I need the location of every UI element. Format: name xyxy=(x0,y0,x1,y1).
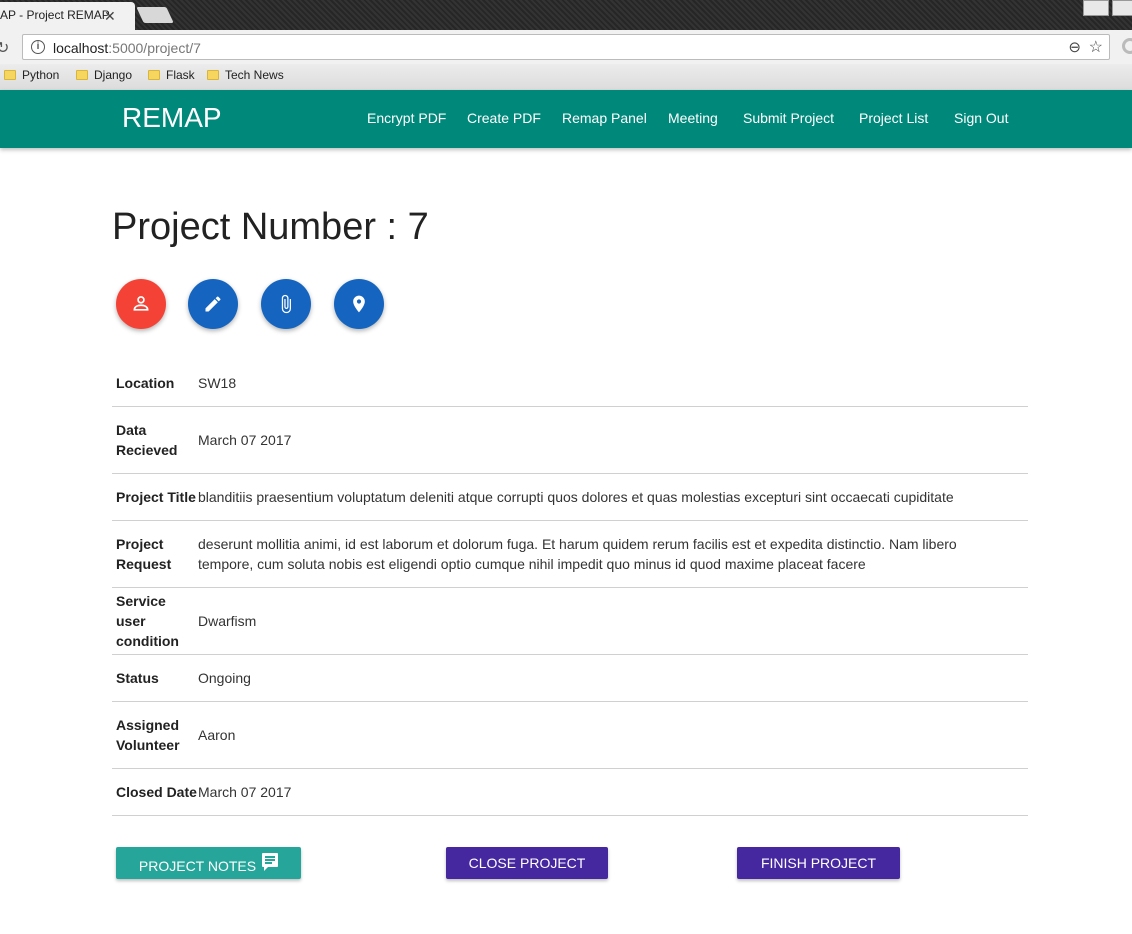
detail-row-data-received: Data Recieved March 07 2017 xyxy=(112,407,1028,474)
bookmark-flask[interactable]: Flask xyxy=(148,68,195,82)
folder-icon xyxy=(148,70,160,80)
nav-encrypt-pdf[interactable]: Encrypt PDF xyxy=(367,110,446,126)
detail-row-service-user-condition: Service user condition Dwarfism xyxy=(112,588,1028,655)
person-button[interactable] xyxy=(116,279,166,329)
folder-icon xyxy=(207,70,219,80)
profile-button[interactable] xyxy=(1083,0,1109,16)
browser-tab[interactable]: AP - Project REMAP ✕ xyxy=(0,2,135,30)
location-button[interactable] xyxy=(334,279,384,329)
minimize-button[interactable] xyxy=(1112,0,1132,16)
detail-value: SW18 xyxy=(198,375,237,391)
bookmark-django[interactable]: Django xyxy=(76,68,132,82)
detail-row-closed-date: Closed Date March 07 2017 xyxy=(112,769,1028,816)
tab-title: AP - Project REMAP xyxy=(0,8,110,22)
app-navbar: REMAP Encrypt PDF Create PDF Remap Panel… xyxy=(0,90,1132,148)
project-details-table: Location SW18 Data Recieved March 07 201… xyxy=(112,360,1028,816)
zoom-icon[interactable]: ⊖ xyxy=(1068,38,1081,56)
detail-value: March 07 2017 xyxy=(198,784,292,800)
nav-meeting[interactable]: Meeting xyxy=(668,110,718,126)
folder-icon xyxy=(76,70,88,80)
finish-project-button[interactable]: FINISH PROJECT xyxy=(737,847,900,879)
detail-label: Closed Date xyxy=(116,784,197,800)
project-notes-label: PROJECT NOTES xyxy=(138,858,257,874)
bookmark-label: Python xyxy=(22,68,60,82)
detail-value: Ongoing xyxy=(198,670,251,686)
page-title: Project Number : 7 xyxy=(112,206,429,248)
detail-label: Location xyxy=(116,375,175,391)
bookmarks-bar: Python Django Flask Tech News xyxy=(0,64,1132,90)
url-host: localhost xyxy=(53,40,109,56)
folder-icon xyxy=(4,70,16,80)
bookmark-label: Django xyxy=(94,68,133,82)
detail-row-status: Status Ongoing xyxy=(112,655,1028,702)
tab-close-icon[interactable]: ✕ xyxy=(104,8,116,25)
reload-icon[interactable]: ↻ xyxy=(0,38,9,58)
detail-row-assigned-volunteer: Assigned Volunteer Aaron xyxy=(112,702,1028,769)
detail-label: Project Request xyxy=(116,536,172,572)
bookmark-python[interactable]: Python xyxy=(4,68,59,82)
detail-value: Dwarfism xyxy=(198,613,257,629)
comment-icon xyxy=(262,853,279,871)
nav-create-pdf[interactable]: Create PDF xyxy=(467,110,541,126)
detail-label: Data Recieved xyxy=(116,422,178,458)
browser-toolbar: ↻ i localhost:5000/project/7 ⊖ ☆ xyxy=(0,30,1132,64)
detail-row-location: Location SW18 xyxy=(112,360,1028,407)
detail-value: blanditiis praesentium voluptatum deleni… xyxy=(198,489,954,505)
edit-button[interactable] xyxy=(188,279,238,329)
detail-row-project-request: Project Request deserunt mollitia animi,… xyxy=(112,521,1028,588)
nav-project-list[interactable]: Project List xyxy=(859,110,928,126)
project-notes-button[interactable]: PROJECT NOTES xyxy=(116,847,301,879)
detail-value: Aaron xyxy=(198,727,236,743)
nav-remap-panel[interactable]: Remap Panel xyxy=(562,110,647,126)
new-tab-button[interactable] xyxy=(136,7,174,23)
attachment-button[interactable] xyxy=(261,279,311,329)
pencil-icon xyxy=(205,296,221,312)
nav-sign-out[interactable]: Sign Out xyxy=(954,110,1008,126)
bookmark-star-icon[interactable]: ☆ xyxy=(1089,37,1103,57)
url-text[interactable]: localhost:5000/project/7 xyxy=(53,40,201,56)
browser-tabstrip: AP - Project REMAP ✕ xyxy=(0,0,1132,30)
bookmark-tech-news[interactable]: Tech News xyxy=(207,68,284,82)
bookmark-label: Flask xyxy=(166,68,195,82)
detail-row-project-title: Project Title blanditiis praesentium vol… xyxy=(112,474,1028,521)
brand-logo[interactable]: REMAP xyxy=(122,102,222,134)
detail-label: Status xyxy=(116,670,159,686)
nav-submit-project[interactable]: Submit Project xyxy=(743,110,834,126)
close-project-button[interactable]: CLOSE PROJECT xyxy=(446,847,608,879)
detail-label: Project Title xyxy=(116,489,196,505)
person-icon xyxy=(133,296,149,311)
detail-value: March 07 2017 xyxy=(198,432,292,448)
detail-label: Assigned Volunteer xyxy=(116,717,180,753)
detail-value: deserunt mollitia animi, id est laborum … xyxy=(198,536,957,572)
info-icon[interactable]: i xyxy=(31,40,45,54)
attachment-icon xyxy=(281,294,291,314)
location-icon xyxy=(353,295,365,313)
extension-icon[interactable] xyxy=(1122,38,1132,54)
url-path: :5000/project/7 xyxy=(108,40,201,56)
bookmark-label: Tech News xyxy=(225,68,284,82)
address-bar[interactable]: i localhost:5000/project/7 ⊖ ☆ xyxy=(22,34,1110,60)
detail-label: Service user condition xyxy=(116,593,179,649)
